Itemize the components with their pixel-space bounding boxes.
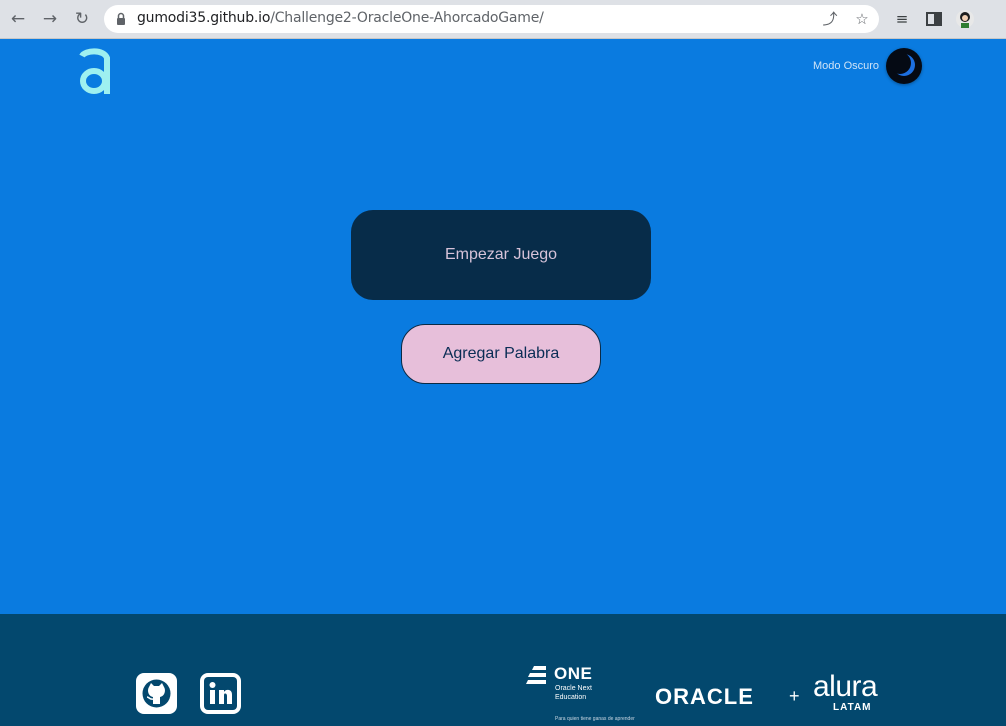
lock-icon[interactable] xyxy=(116,12,126,26)
url-text[interactable]: gumodi35.github.io/Challenge2-OracleOne-… xyxy=(137,10,544,26)
alura-logo-text: alura xyxy=(813,670,878,703)
dark-mode-toggle[interactable] xyxy=(886,48,922,84)
oracle-logo: ORACLE xyxy=(655,684,754,709)
dark-mode-label: Modo Oscuro xyxy=(813,60,880,72)
profile-avatar-icon[interactable] xyxy=(955,9,975,29)
back-icon[interactable]: ← xyxy=(8,9,28,29)
media-control-icon[interactable]: ≡ xyxy=(892,9,912,29)
linkedin-link[interactable] xyxy=(200,673,241,714)
url-path: /Challenge2-OracleOne-AhorcadoGame/ xyxy=(270,10,544,26)
address-bar[interactable]: gumodi35.github.io/Challenge2-OracleOne-… xyxy=(104,5,879,33)
side-panel-icon[interactable] xyxy=(924,9,944,29)
add-word-label: Agregar Palabra xyxy=(442,345,560,362)
latam-label: LATAM xyxy=(833,702,872,713)
forward-icon[interactable]: → xyxy=(40,9,60,29)
one-title: ONE xyxy=(554,664,593,683)
one-subtitle: Oracle Next Education xyxy=(555,685,592,701)
one-logo-icon xyxy=(526,666,546,684)
github-icon xyxy=(142,679,171,708)
reload-icon[interactable]: ↻ xyxy=(72,9,92,29)
plus-sign: + xyxy=(789,686,800,706)
url-host: gumodi35.github.io xyxy=(137,10,271,26)
start-game-label: Empezar Juego xyxy=(444,246,558,263)
footer: ONE Oracle Next Education Para quien tie… xyxy=(0,614,1006,726)
alura-logo-icon[interactable] xyxy=(78,46,112,96)
browser-toolbar: ← → ↻ gumodi35.github.io/Challenge2-Orac… xyxy=(0,0,1006,39)
add-word-button[interactable]: Agregar Palabra xyxy=(401,324,601,384)
share-icon[interactable]: ⤴ xyxy=(820,9,840,29)
moon-icon xyxy=(892,53,915,76)
linkedin-icon xyxy=(204,677,237,710)
start-game-button[interactable]: Empezar Juego xyxy=(351,210,651,300)
page-body: Modo Oscuro Empezar Juego Agregar Palabr… xyxy=(0,40,1006,614)
github-link[interactable] xyxy=(136,673,177,714)
star-icon[interactable]: ☆ xyxy=(852,9,872,29)
one-tagline: Para quien tiene ganas de aprender xyxy=(555,716,635,722)
